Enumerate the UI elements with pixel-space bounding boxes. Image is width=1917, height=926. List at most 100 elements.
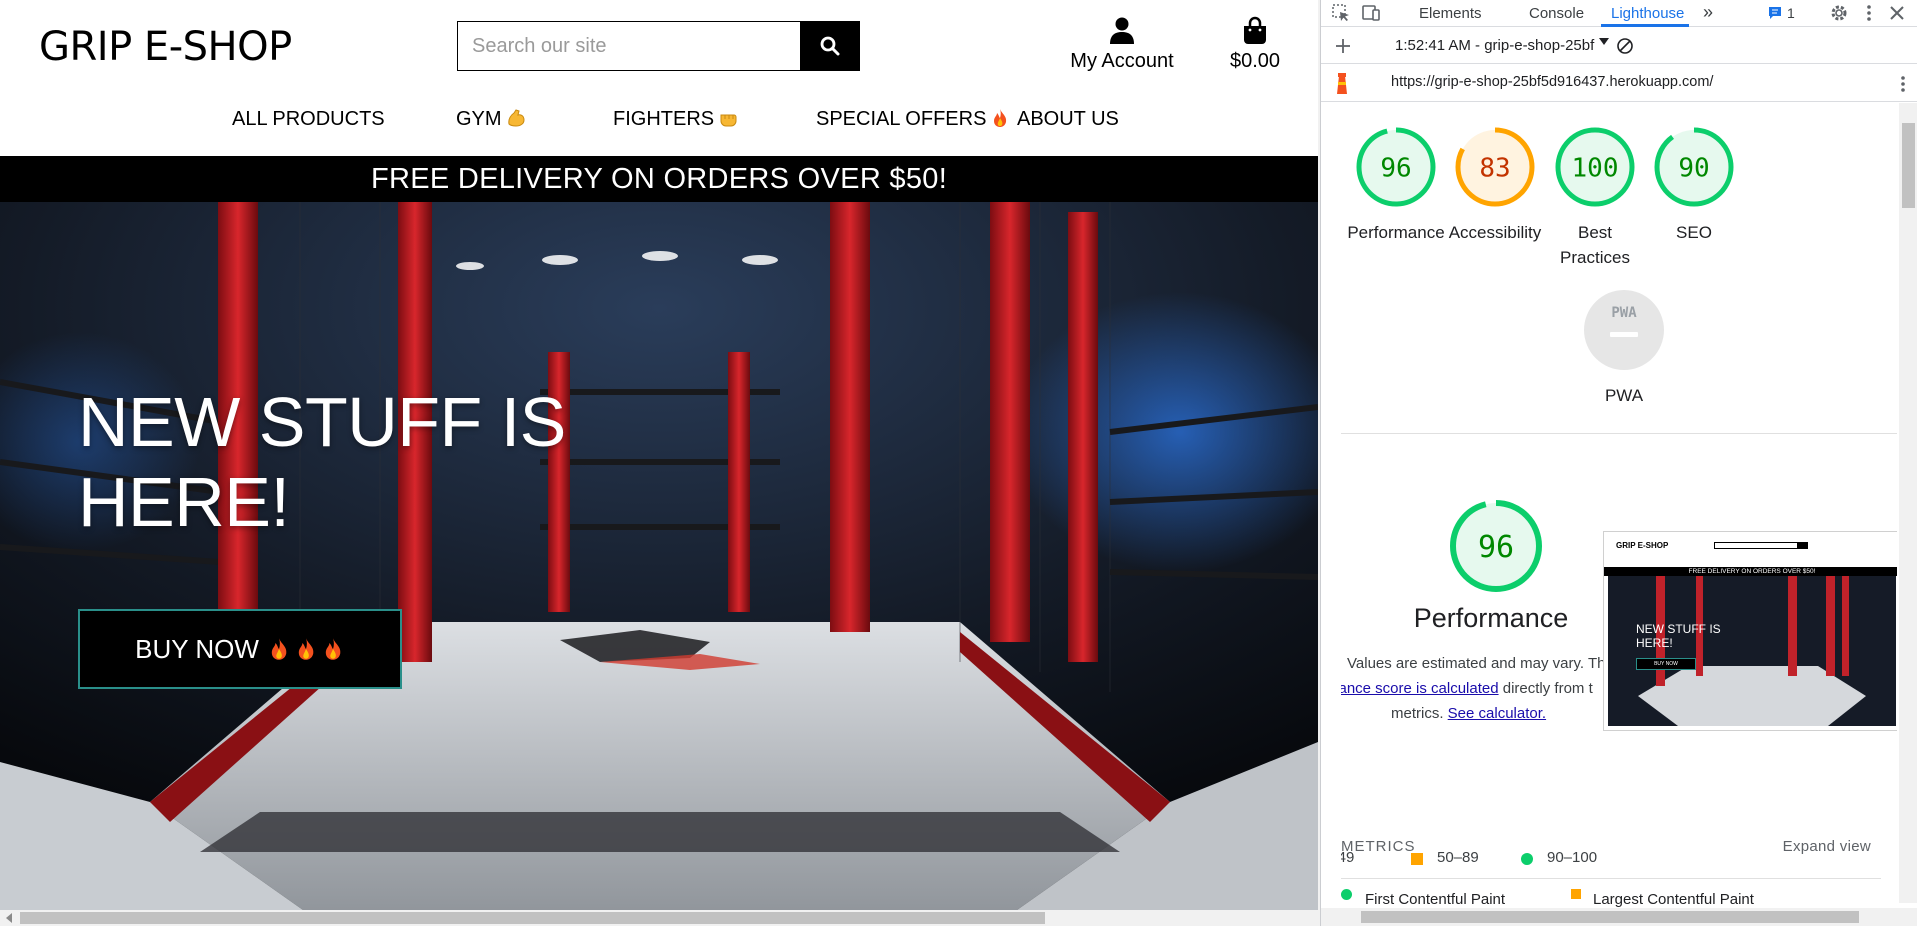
seo-label: SEO: [1676, 223, 1712, 242]
thumbnail-title: NEW STUFF IS HERE!: [1636, 622, 1721, 650]
devtools-scroll-thumb[interactable]: [1902, 123, 1915, 208]
accessibility-score-ring: 83: [1455, 127, 1535, 207]
devtools-panel: Elements Console Lighthouse » 1 1:52:41 …: [1320, 0, 1917, 926]
devtools-horizontal-scrollbar[interactable]: [1321, 908, 1917, 926]
metric-average-square-icon: [1571, 889, 1581, 899]
best-practices-gauge[interactable]: 100 Best Practices: [1540, 125, 1650, 270]
devtools-tabbar: Elements Console Lighthouse » 1: [1321, 0, 1917, 27]
thumbnail-button: BUY NOW: [1636, 658, 1696, 670]
close-devtools-icon[interactable]: [1887, 3, 1907, 23]
performance-heading: Performance: [1413, 603, 1569, 633]
see-calculator-link[interactable]: See calculator.: [1448, 705, 1546, 722]
nav-gym[interactable]: GYM: [456, 108, 526, 131]
website-viewport: GRIP E-SHOP My Account $0.00 ALL PRODUCT…: [0, 0, 1318, 910]
pwa-gauge[interactable]: PWA PWA: [1569, 288, 1679, 408]
fire-icon: [271, 638, 287, 660]
active-tab-indicator: [1601, 24, 1689, 27]
my-account-label: My Account: [1070, 50, 1174, 72]
issues-message-icon[interactable]: [1767, 5, 1783, 21]
seo-score-ring: 90: [1654, 127, 1734, 207]
thumbnail-hero-image: [1608, 576, 1896, 726]
my-account-link[interactable]: My Account: [1066, 16, 1178, 73]
performance-detail-ring: 96: [1450, 500, 1542, 592]
issues-count[interactable]: 1: [1787, 5, 1795, 21]
shopping-bag-icon: [1244, 16, 1266, 44]
pwa-badge-icon: PWA: [1584, 290, 1664, 370]
nav-all-products[interactable]: ALL PRODUCTS: [232, 108, 385, 131]
flexed-biceps-icon: [507, 109, 525, 127]
delivery-banner: FREE DELIVERY ON ORDERS OVER $50!: [0, 156, 1318, 202]
metrics-heading: METRICS: [1341, 838, 1416, 855]
performance-score-value: 96: [1380, 153, 1411, 183]
device-toolbar-icon[interactable]: [1361, 3, 1381, 23]
tab-elements[interactable]: Elements: [1419, 5, 1482, 22]
search-form: [457, 21, 860, 71]
thumbnail-search: [1714, 542, 1798, 549]
best-practices-score-value: 100: [1572, 153, 1619, 183]
fist-icon: [720, 114, 737, 127]
lighthouse-report: 96 Performance 83 Accessibility 100 Best Pract…: [1341, 103, 1897, 926]
score-calculated-link[interactable]: rmance score is calculated: [1341, 680, 1499, 697]
thumbnail-banner: FREE DELIVERY ON ORDERS OVER $50!: [1604, 567, 1897, 576]
more-options-kebab-icon[interactable]: [1859, 3, 1879, 23]
pwa-label: PWA: [1604, 386, 1644, 405]
inspect-element-icon[interactable]: [1331, 3, 1351, 23]
section-divider: [1341, 433, 1897, 434]
metrics-header: METRICS Expand view: [1341, 838, 1881, 855]
best-practices-label: Best Practices: [1560, 223, 1630, 267]
expand-view-button[interactable]: Expand view: [1783, 838, 1871, 855]
metric-fcp: First Contentful Paint: [1365, 891, 1506, 908]
fire-icons: [267, 637, 345, 661]
metric-pass-dot-icon: [1341, 889, 1352, 900]
nav-fighters[interactable]: FIGHTERS: [613, 108, 738, 131]
fire-icon: [298, 638, 314, 660]
note-line-2: directly from t: [1502, 680, 1593, 697]
devtools-vertical-scrollbar[interactable]: [1899, 103, 1917, 903]
more-tabs-chevron-icon[interactable]: »: [1703, 2, 1713, 23]
report-url[interactable]: https://grip-e-shop-25bf5d916437.herokua…: [1391, 74, 1713, 90]
thumbnail-search-button: [1798, 542, 1808, 549]
hero-title: NEW STUFF IS HERE!: [78, 383, 566, 541]
nav-special-offers[interactable]: SPECIAL OFFERS: [816, 108, 1010, 131]
new-report-plus-icon[interactable]: [1333, 36, 1353, 56]
fire-icon: [325, 638, 341, 660]
report-dropdown-arrow-icon[interactable]: [1599, 38, 1609, 45]
seo-score-value: 90: [1678, 153, 1709, 183]
seo-gauge[interactable]: 90 SEO: [1639, 125, 1749, 245]
clear-reports-icon[interactable]: [1615, 36, 1635, 56]
site-hscroll-thumb[interactable]: [20, 912, 1045, 924]
performance-gauge[interactable]: 96 Performance: [1341, 125, 1451, 245]
performance-detail-value: 96: [1478, 530, 1514, 565]
thumbnail-logo: GRIP E-SHOP: [1616, 541, 1669, 550]
buy-now-label: BUY NOW: [135, 633, 259, 664]
scroll-left-arrow-icon[interactable]: [6, 913, 12, 923]
hero-section: NEW STUFF IS HERE! BUY NOW: [0, 202, 1318, 910]
bag-total: $0.00: [1229, 50, 1281, 72]
metric-lcp: Largest Contentful Paint: [1593, 891, 1754, 908]
tab-console[interactable]: Console: [1529, 5, 1584, 22]
accessibility-score-value: 83: [1479, 153, 1510, 183]
search-button[interactable]: [800, 21, 860, 71]
tab-lighthouse[interactable]: Lighthouse: [1611, 5, 1684, 22]
buy-now-button[interactable]: BUY NOW: [78, 609, 402, 689]
shopping-bag-link[interactable]: $0.00: [1222, 16, 1288, 73]
final-screenshot-thumbnail[interactable]: GRIP E-SHOP FREE DELIVERY ON ORDERS OVER…: [1603, 531, 1897, 731]
performance-score-ring: 96: [1356, 127, 1436, 207]
hero-background-image: [0, 202, 1318, 910]
performance-detail-gauge: 96: [1441, 498, 1551, 599]
nav-about-us[interactable]: ABOUT US: [1017, 108, 1119, 131]
settings-gear-icon[interactable]: [1829, 3, 1849, 23]
lighthouse-icon: [1337, 73, 1347, 94]
lighthouse-toolbar: 1:52:41 AM - grip-e-shop-25bf: [1321, 28, 1917, 64]
report-menu-kebab-icon[interactable]: [1893, 74, 1913, 94]
site-horizontal-scrollbar[interactable]: [0, 910, 1340, 926]
performance-label: Performance: [1347, 223, 1445, 242]
svg-text:PWA: PWA: [1611, 305, 1637, 321]
devtools-hscroll-thumb[interactable]: [1361, 911, 1859, 923]
accessibility-gauge[interactable]: 83 Accessibility: [1440, 125, 1550, 245]
note-line-1: Values are estimated and may vary. The: [1347, 655, 1614, 672]
fire-icon: [994, 109, 1007, 127]
site-logo[interactable]: GRIP E-SHOP: [39, 24, 292, 70]
report-selector[interactable]: 1:52:41 AM - grip-e-shop-25bf: [1395, 37, 1595, 54]
search-input[interactable]: [457, 21, 800, 71]
